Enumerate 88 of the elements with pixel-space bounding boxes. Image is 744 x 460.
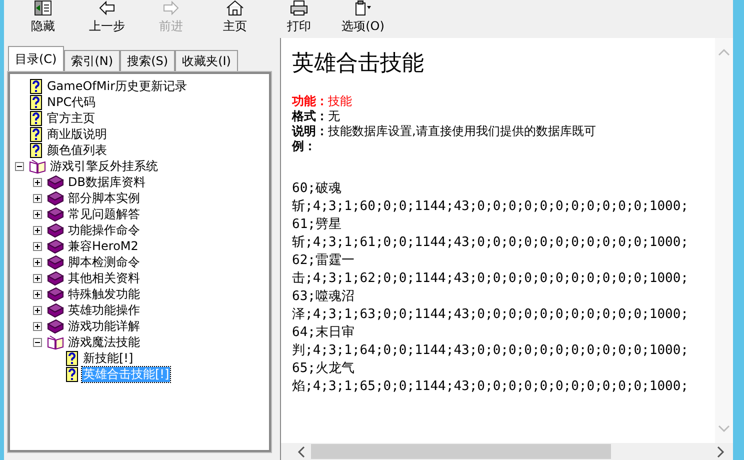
- tab[interactable]: 索引(N): [64, 50, 120, 72]
- tree-item[interactable]: 游戏魔法技能: [67, 334, 141, 350]
- field-label: 说明：: [292, 124, 328, 138]
- collapse-icon[interactable]: [14, 162, 24, 170]
- toolbar-button[interactable]: 隐藏: [12, 0, 74, 36]
- tree-item[interactable]: 部分脚本实例: [67, 190, 141, 206]
- collapse-icon[interactable]: [32, 338, 42, 346]
- book-icon: [47, 238, 64, 254]
- code-line: 62;雷霆一: [292, 252, 356, 270]
- code-line: 64;末日审: [292, 324, 356, 342]
- field-label: 例：: [292, 139, 316, 153]
- tree-item[interactable]: 常见问题解答: [67, 206, 141, 222]
- book-icon: [47, 190, 64, 206]
- scroll-right-icon[interactable]: [717, 446, 725, 458]
- field-value: 技能: [328, 94, 352, 108]
- tree-item[interactable]: GameOfMir历史更新记录: [46, 78, 188, 94]
- field-value: 技能数据库设置,请直接使用我们提供的数据库既可: [328, 124, 596, 138]
- toolbar-button[interactable]: 打印: [268, 0, 330, 36]
- expand-icon[interactable]: [32, 306, 42, 314]
- back-arrow-icon: [98, 0, 116, 16]
- book-icon: [47, 270, 64, 286]
- tree-item[interactable]: 游戏功能详解: [67, 318, 141, 334]
- book-icon: [47, 302, 64, 318]
- tree-item[interactable]: 脚本检测命令: [67, 254, 141, 270]
- tab[interactable]: 目录(C): [8, 46, 64, 72]
- code-line: 斩;4;3;1;60;0;0;1144;43;0;0;0;0;0;0;0;0;0;0;0;1000;: [292, 198, 690, 216]
- tab[interactable]: 搜索(S): [120, 50, 176, 72]
- code-line: 63;噬魂沼: [292, 288, 356, 306]
- tree-item[interactable]: 商业版说明: [46, 126, 108, 142]
- book-icon: [47, 254, 64, 270]
- expand-icon[interactable]: [32, 226, 42, 234]
- horizontal-scrollbar[interactable]: [281, 443, 733, 460]
- book-icon: [47, 174, 64, 190]
- book-icon: [47, 222, 64, 238]
- code-line: 65;火龙气: [292, 360, 356, 378]
- expand-icon[interactable]: [32, 194, 42, 202]
- forward-arrow-icon: [162, 0, 180, 16]
- help-page-icon: [65, 350, 79, 366]
- expand-icon[interactable]: [32, 290, 42, 298]
- tree-item[interactable]: NPC代码: [46, 94, 97, 110]
- toolbar-button[interactable]: 上一步: [76, 0, 138, 36]
- help-page-icon: [65, 366, 79, 382]
- field-label: 功能：: [292, 94, 328, 108]
- open-book-icon: [29, 158, 46, 174]
- code-line: 焰;4;3;1;65;0;0;1144;43;0;0;0;0;0;0;0;0;0;0;0;1000;: [292, 378, 690, 396]
- tree-item[interactable]: 特殊触发功能: [67, 286, 141, 302]
- code-line: 斩;4;3;1;61;0;0;1144;43;0;0;0;0;0;0;0;0;0;0;0;1000;: [292, 234, 690, 252]
- expand-icon[interactable]: [32, 242, 42, 250]
- tree-item[interactable]: 兼容HeroM2: [67, 238, 140, 254]
- home-icon: [226, 0, 244, 16]
- field-value: 无: [328, 109, 340, 123]
- expand-icon[interactable]: [32, 210, 42, 218]
- topic-title: 英雄合击技能: [292, 50, 425, 78]
- scroll-left-icon[interactable]: [297, 446, 305, 458]
- code-line: 泽;4;3;1;63;0;0;1144;43;0;0;0;0;0;0;0;0;0;0;0;1000;: [292, 306, 690, 324]
- field-label: 格式：: [292, 109, 328, 123]
- help-page-icon: [29, 110, 43, 126]
- scrollbar-thumb[interactable]: [311, 444, 611, 459]
- toolbar-button[interactable]: 主页: [204, 0, 266, 36]
- book-icon: [47, 286, 64, 302]
- tree-item[interactable]: 官方主页: [46, 110, 96, 126]
- expand-icon[interactable]: [32, 274, 42, 282]
- code-line: 击;4;3;1;62;0;0;1144;43;0;0;0;0;0;0;0;0;0;0;0;1000;: [292, 270, 690, 288]
- tree-item[interactable]: 游戏引擎反外挂系统: [49, 158, 159, 174]
- help-page-icon: [29, 78, 43, 94]
- hide-pane-icon: [34, 0, 52, 16]
- tree-item[interactable]: 颜色值列表: [46, 142, 108, 158]
- help-page-icon: [29, 126, 43, 142]
- tab[interactable]: 收藏夹(I): [175, 50, 238, 72]
- help-page-icon: [29, 94, 43, 110]
- tree-item[interactable]: 其他相关资料: [67, 270, 141, 286]
- code-line: 判;4;3;1;64;0;0;1144;43;0;0;0;0;0;0;0;0;0;0;0;1000;: [292, 342, 690, 360]
- book-icon: [47, 206, 64, 222]
- toolbar-button[interactable]: 选项(O): [332, 0, 394, 36]
- code-line: 60;破魂: [292, 180, 342, 198]
- expand-icon[interactable]: [32, 178, 42, 186]
- tree-item[interactable]: 新技能[!]: [82, 350, 134, 366]
- options-icon: [354, 0, 372, 16]
- expand-icon[interactable]: [32, 258, 42, 266]
- tree-item[interactable]: DB数据库资料: [67, 174, 146, 190]
- printer-icon: [290, 0, 308, 16]
- book-icon: [47, 318, 64, 334]
- tree-item[interactable]: 英雄功能操作: [67, 302, 141, 318]
- open-book-icon: [47, 334, 64, 350]
- help-page-icon: [29, 142, 43, 158]
- code-line: 61;劈星: [292, 216, 342, 234]
- tree-item[interactable]: 功能操作命令: [67, 222, 141, 238]
- expand-icon[interactable]: [32, 322, 42, 330]
